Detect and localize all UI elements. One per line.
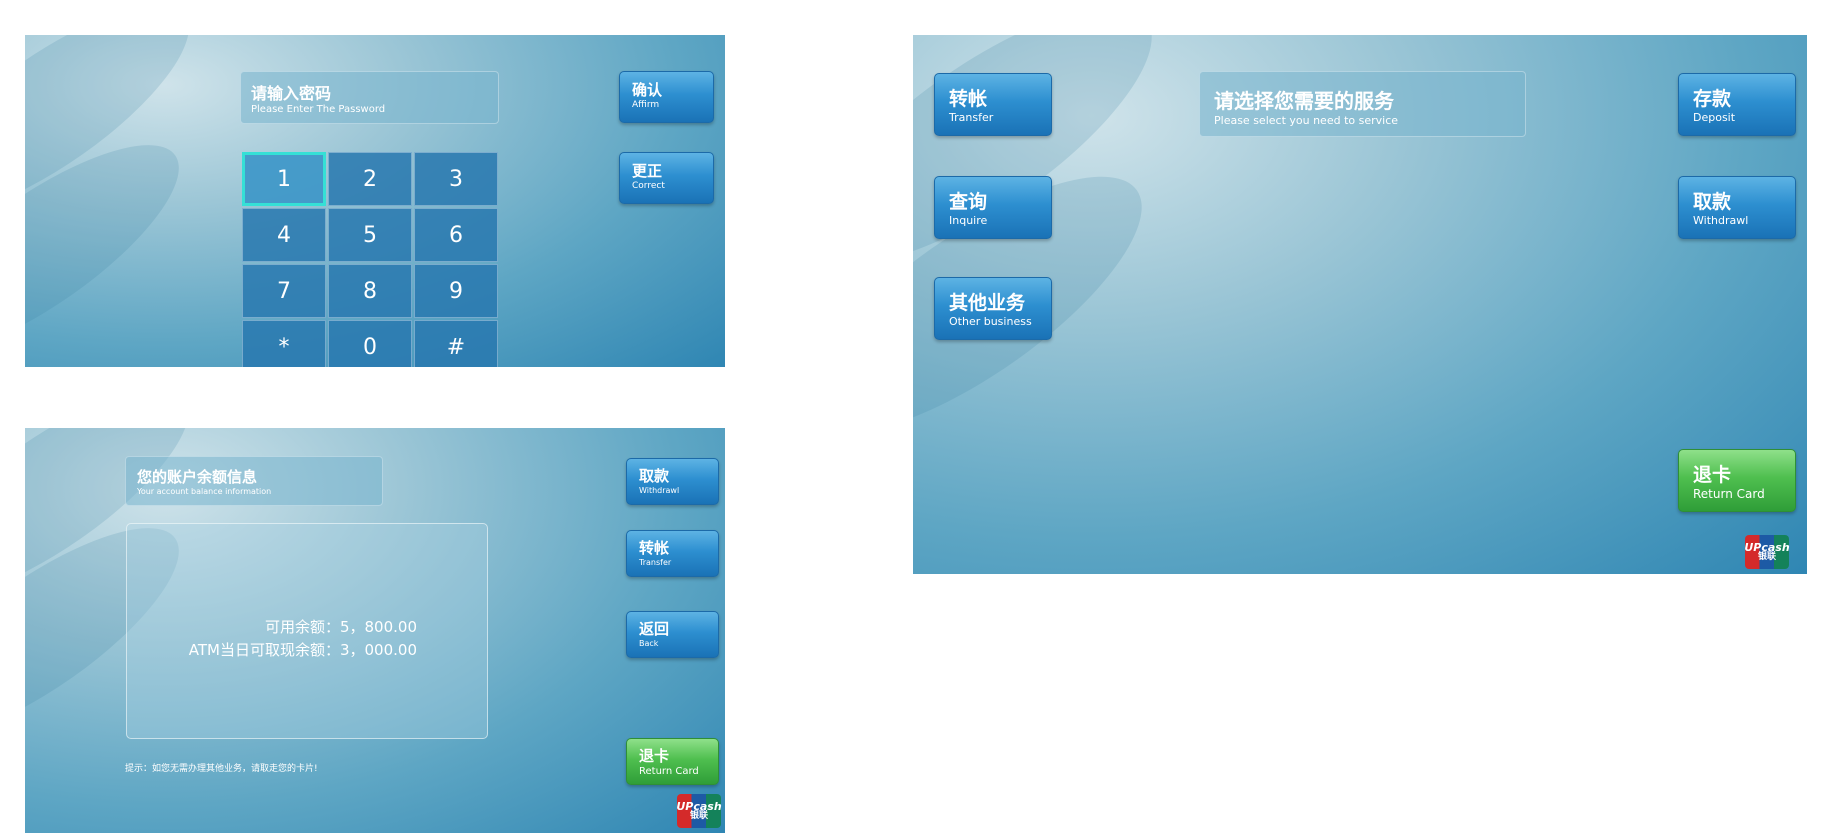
atm-balance-label: ATM当日可取现余额： [188,641,340,659]
upcash-logo-sub: 银联 [1757,552,1776,562]
other-business-label: 其他业务 [949,292,1026,314]
return-card-label: 退卡 [1693,464,1732,486]
balance-title: 您的账户余额信息 [137,468,258,486]
affirm-button[interactable]: 确认 Affirm [619,71,714,123]
password-title-panel: 请输入密码 Please Enter The Password [240,71,499,124]
available-balance-value: 5，800.00 [339,618,417,636]
deposit-sublabel: Deposit [1693,111,1736,124]
affirm-label: 确认 [632,81,663,99]
key-2[interactable]: 2 [328,152,412,206]
key-0[interactable]: 0 [328,320,412,367]
back-label: 返回 [639,620,670,638]
balance-subtitle: Your account balance information [137,487,272,496]
available-balance-row: 可用余额：5，800.00 [127,616,417,637]
back-sublabel: Back [639,639,659,648]
correct-label: 更正 [632,162,663,180]
withdraw-button[interactable]: 取款 Withdrawl [626,458,719,505]
deposit-button[interactable]: 存款 Deposit [1678,73,1796,136]
upcash-logo: UPcash 银联 [676,794,722,828]
menu-title: 请选择您需要的服务 [1214,89,1394,113]
return-card-sublabel: Return Card [639,766,699,777]
key-4[interactable]: 4 [242,208,326,262]
affirm-sublabel: Affirm [632,100,660,110]
transfer-label: 转帐 [639,539,670,557]
key-8[interactable]: 8 [328,264,412,318]
atm-balance-value: 3，000.00 [339,641,417,659]
withdraw-button[interactable]: 取款 Withdrawl [1678,176,1796,239]
key-1[interactable]: 1 [242,152,326,206]
correct-button[interactable]: 更正 Correct [619,152,714,204]
transfer-sublabel: Transfer [949,111,994,124]
password-title: 请输入密码 [251,84,332,103]
return-card-button[interactable]: 退卡 Return Card [1678,449,1796,512]
balance-screen: 您的账户余额信息 Your account balance informatio… [25,428,725,833]
menu-title-panel: 请选择您需要的服务 Please select you need to serv… [1199,71,1526,137]
back-button[interactable]: 返回 Back [626,611,719,658]
upcash-logo: UPcash 银联 [1744,535,1790,569]
withdraw-label: 取款 [639,467,670,485]
inquire-sublabel: Inquire [949,214,988,227]
return-card-button[interactable]: 退卡 Return Card [626,738,719,785]
balance-title-panel: 您的账户余额信息 Your account balance informatio… [125,456,383,506]
withdraw-sublabel: Withdrawl [1693,214,1749,227]
key-3[interactable]: 3 [414,152,498,206]
password-subtitle: Please Enter The Password [251,104,386,115]
inquire-button[interactable]: 查询 Inquire [934,176,1052,239]
available-balance-label: 可用余额： [264,618,340,636]
menu-subtitle: Please select you need to service [1214,114,1399,127]
return-card-label: 退卡 [639,747,670,765]
hint-text: 提示：如您无需办理其他业务，请取走您的卡片! [125,764,318,774]
upcash-logo-sub: 银联 [689,811,708,821]
key-5[interactable]: 5 [328,208,412,262]
transfer-label: 转帐 [949,88,988,110]
key-star[interactable]: * [242,320,326,367]
atm-balance-row: ATM当日可取现余额：3，000.00 [127,639,417,660]
return-card-sublabel: Return Card [1693,487,1765,501]
deposit-label: 存款 [1693,88,1732,110]
key-9[interactable]: 9 [414,264,498,318]
correct-sublabel: Correct [632,181,665,191]
transfer-sublabel: Transfer [639,558,672,567]
balance-info-box: 可用余额：5，800.00 ATM当日可取现余额：3，000.00 [126,523,488,739]
key-hash[interactable]: # [414,320,498,367]
other-business-sublabel: Other business [949,315,1032,328]
withdraw-label: 取款 [1693,191,1732,213]
password-screen: 请输入密码 Please Enter The Password 1 2 3 4 … [25,35,725,367]
withdraw-sublabel: Withdrawl [639,486,680,495]
other-business-button[interactable]: 其他业务 Other business [934,277,1052,340]
key-7[interactable]: 7 [242,264,326,318]
key-6[interactable]: 6 [414,208,498,262]
transfer-button[interactable]: 转帐 Transfer [934,73,1052,136]
transfer-button[interactable]: 转帐 Transfer [626,530,719,577]
inquire-label: 查询 [949,191,988,213]
service-menu-screen: 请选择您需要的服务 Please select you need to serv… [913,35,1807,574]
